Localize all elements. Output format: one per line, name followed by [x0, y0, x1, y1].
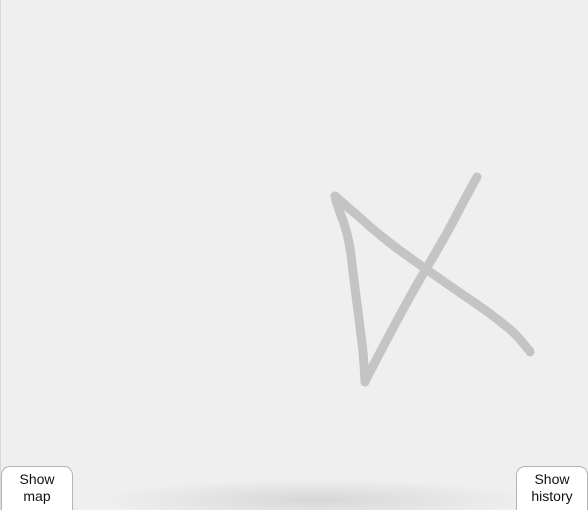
drawing-canvas[interactable]: [1, 0, 588, 510]
show-map-button[interactable]: Show map: [1, 466, 73, 510]
show-history-label: Show history: [531, 471, 573, 504]
show-map-label: Show map: [19, 471, 55, 504]
hand-drawn-stroke: [330, 172, 535, 387]
show-history-button[interactable]: Show history: [516, 466, 588, 510]
drawing-app: Show map Show history: [0, 0, 588, 510]
